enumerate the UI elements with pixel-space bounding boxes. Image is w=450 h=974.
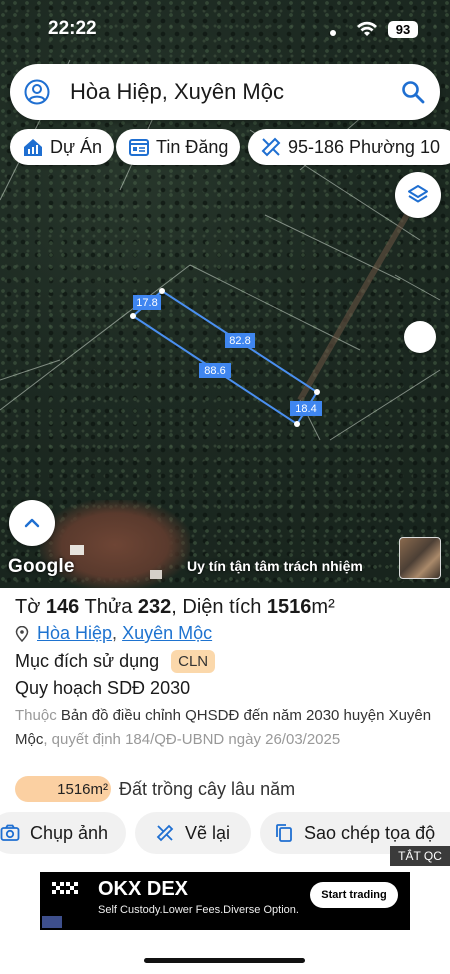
ad-area: OKX DEX Self Custody.Lower Fees.Diverse … [0,866,450,974]
copy-coordinates-label: Sao chép tọa độ [304,822,436,843]
chip-ruler-coords[interactable]: 95-186 Phường 10 [248,129,450,165]
area-chip: 1516m² [15,776,111,802]
battery-indicator: 93 [388,21,418,38]
building-shape [70,545,84,555]
chip-tin-dang-label: Tin Đăng [156,136,229,157]
hide-ad-button[interactable]: TẮT QC [390,846,450,866]
ad-subtext: Self Custody.Lower Fees.Diverse Option. [98,904,299,916]
plan-decision: , quyết định 184/QĐ-UBND ngày 26/03/2025 [43,731,341,748]
search-icon[interactable] [400,79,426,105]
parcel-title: Tờ 146 Thửa 232, Diện tích 1516m² [15,596,335,619]
copy-icon [276,824,292,842]
take-photo-button[interactable]: Chụp ảnh [0,812,126,854]
chip-tin-dang[interactable]: Tin Đăng [116,129,241,165]
layers-icon [408,185,428,203]
location-separator: , [112,623,123,643]
ruler-pencil-icon [156,824,174,842]
adchoices-icon[interactable] [42,916,62,928]
lot-number: 232 [137,596,172,618]
area-value: 1516 [266,596,312,618]
okx-logo-icon [52,882,78,894]
redraw-button[interactable]: Vẽ lại [135,812,251,854]
search-text[interactable]: Hòa Hiệp, Xuyên Mộc [70,79,284,105]
parcel-location: Hòa Hiệp, Xuyên Mộc [15,623,212,644]
camera-icon [0,824,20,841]
measure-label-2: 82.8 [229,335,250,347]
plan-description: Thuộc Bản đồ điều chỉnh QHSDĐ đến năm 20… [15,704,435,752]
status-bar: 22:22 93 [0,0,450,60]
chevron-up-icon [24,518,40,528]
chip-ruler-label: 95-186 Phường 10 [288,136,440,157]
measure-label-4: 18.4 [295,403,316,415]
user-icon[interactable] [24,79,50,105]
land-type-label: Đất trồng cây lâu năm [119,778,296,799]
home-indicator[interactable] [144,958,305,963]
app-root: 17.8 82.8 88.6 18.4 22:22 93 Hòa Hiệp, X… [0,0,450,974]
building-shape [150,570,162,579]
ad-headline: OKX DEX [98,878,189,900]
take-photo-label: Chụp ảnh [30,822,109,843]
sheet-number: 146 [45,596,80,618]
area-unit: m² [311,596,335,618]
measure-label-1: 17.8 [136,297,157,309]
map-slogan: Uy tín tận tâm trách nhiệm [187,558,363,574]
plan-prefix: Thuộc [15,707,57,724]
satellite-map[interactable]: 17.8 82.8 88.6 18.4 22:22 93 Hòa Hiệp, X… [0,0,450,588]
location-ward-link[interactable]: Hòa Hiệp [37,623,112,644]
status-time: 22:22 [48,18,97,39]
chip-du-an-label: Dự Án [50,136,103,157]
purpose-badge: CLN [171,650,216,673]
measure-label-3: 88.6 [204,365,225,377]
ruler-pencil-icon [261,137,281,157]
plan-title: Quy hoạch SDĐ 2030 [15,678,191,698]
ad-banner[interactable]: OKX DEX Self Custody.Lower Fees.Diverse … [40,872,410,930]
sheet-label: Tờ [15,596,41,618]
land-purpose-row: Mục đích sử dụng CLN [15,650,216,673]
house-chart-icon [24,139,42,156]
location-pin-icon [15,625,29,642]
purpose-label: Mục đích sử dụng [15,651,160,671]
parcel-info-panel: Tờ 146 Thửa 232, Diện tích 1516m² Hòa Hi… [0,588,450,974]
land-type-row: 1516m² Đất trồng cây lâu năm [15,776,295,802]
redraw-label: Vẽ lại [185,822,231,843]
location-district-link[interactable]: Xuyên Mộc [122,623,212,644]
expand-up-button[interactable] [9,500,55,546]
title-separator: , [171,596,177,618]
chip-du-an[interactable]: Dự Án [10,129,115,165]
ad-cta-button[interactable]: Start trading [310,882,398,908]
google-logo: Google [8,556,75,577]
street-photo-thumbnail[interactable] [399,537,441,579]
status-dot [330,30,336,36]
lot-label: Thửa [84,596,133,618]
map-control-circle[interactable] [404,321,436,353]
search-bar[interactable]: Hòa Hiệp, Xuyên Mộc [10,64,440,120]
layers-button[interactable] [395,172,441,218]
listing-icon [129,139,149,156]
wifi-icon [357,21,377,36]
area-label: Diện tích [182,596,262,618]
